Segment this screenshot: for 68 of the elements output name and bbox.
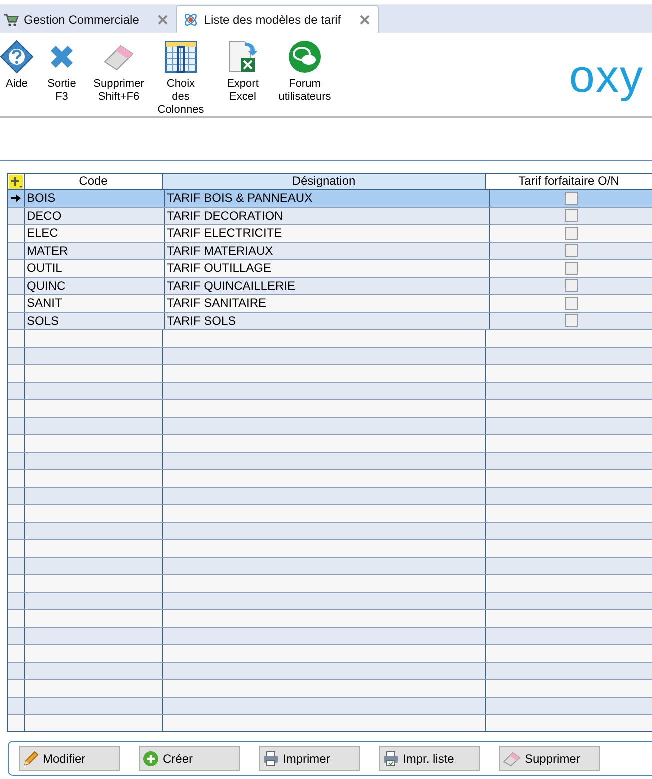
checkbox[interactable] (564, 209, 578, 222)
table-cell: BOIS (25, 190, 165, 206)
table-row[interactable]: DECO TARIF DECORATION (8, 208, 652, 225)
close-icon[interactable] (158, 14, 168, 24)
eraser-icon (503, 750, 521, 766)
toolbar-button[interactable]: Export Excel (214, 40, 272, 104)
excel-export-icon (227, 40, 259, 74)
table-cell: TARIF ELECTRICITE (165, 225, 490, 242)
table-cell: TARIF MATERIAUX (165, 242, 490, 259)
column-header[interactable]: Tarif forfaitaire O/N (486, 174, 652, 189)
toolbar-label: Export Excel (227, 78, 259, 104)
add-column-icon[interactable] (9, 174, 23, 188)
table-cell: DECO (25, 208, 165, 224)
toolbar-label: Supprimer Shift+F6 (94, 78, 144, 104)
table-row[interactable]: BOIS TARIF BOIS & PANNEAUX (8, 190, 652, 208)
logo: oxy (569, 49, 644, 104)
table-row[interactable]: SOLS TARIF SOLS (8, 312, 652, 330)
tab[interactable]: Liste des modèles de tarif (176, 5, 380, 33)
toolbar-button[interactable]: Choix des Colonnes (152, 40, 210, 117)
printer-icon (383, 750, 399, 766)
table-row[interactable]: OUTIL TARIF OUTILLAGE (8, 260, 652, 278)
printer-icon (263, 750, 279, 766)
table-cell: TARIF BOIS & PANNEAUX (165, 190, 490, 206)
checkbox[interactable] (564, 296, 578, 310)
table-row[interactable]: MATER TARIF MATERIAUX (8, 242, 652, 260)
table-cell: OUTIL (25, 260, 165, 276)
checkbox[interactable] (564, 226, 578, 240)
table-cell: MATER (25, 242, 165, 259)
action-button[interactable]: Impr. liste (379, 746, 480, 771)
table-row[interactable]: ELEC TARIF ELECTRICITE (8, 225, 652, 242)
toolbar-button[interactable]: Forum utilisateurs (276, 40, 334, 104)
action-button[interactable]: Imprimer (259, 746, 360, 771)
checkbox[interactable] (564, 244, 578, 258)
checkbox[interactable] (564, 262, 578, 275)
toolbar-button[interactable]: Aide (0, 40, 34, 91)
table-cell: TARIF SANITAIRE (165, 295, 490, 312)
plus-icon (143, 750, 159, 766)
toolbar-label: Choix des Colonnes (158, 78, 204, 117)
pencil-icon (23, 750, 39, 766)
toolbar-label: Aide (6, 78, 28, 91)
table-cell: TARIF DECORATION (165, 208, 490, 224)
table-cell: ELEC (25, 225, 165, 242)
table-row[interactable]: SANIT TARIF SANITAIRE (8, 295, 652, 312)
table-cell: QUINC (25, 278, 165, 294)
close-icon[interactable] (360, 14, 370, 24)
action-button[interactable]: Créer (139, 746, 240, 771)
toolbar-button[interactable]: Supprimer Shift+F6 (90, 40, 148, 104)
toolbar-button[interactable]: Sortie F3 (38, 40, 86, 104)
columns-icon (165, 40, 197, 74)
column-header[interactable]: Désignation (163, 174, 486, 189)
table-cell: SANIT (25, 295, 165, 312)
toolbar-label: Forum utilisateurs (278, 78, 332, 104)
table-row[interactable]: QUINC TARIF QUINCAILLERIE (8, 278, 652, 295)
atom-icon (183, 12, 200, 28)
action-button[interactable]: Modifier (19, 746, 120, 771)
current-row-arrow-icon (11, 194, 21, 203)
checkbox[interactable] (564, 279, 578, 292)
chat-icon (288, 40, 322, 74)
action-button[interactable]: Supprimer (499, 746, 600, 771)
table-cell: TARIF QUINCAILLERIE (165, 278, 490, 294)
toolbar-label: Sortie F3 (48, 78, 76, 104)
table-cell: TARIF OUTILLAGE (165, 260, 490, 276)
table-cell: SOLS (25, 312, 165, 329)
checkbox[interactable] (564, 314, 578, 328)
tab[interactable]: Gestion Commerciale (0, 6, 176, 33)
cart-icon (3, 12, 19, 26)
table-cell: TARIF SOLS (165, 312, 490, 329)
checkbox[interactable] (564, 192, 578, 205)
